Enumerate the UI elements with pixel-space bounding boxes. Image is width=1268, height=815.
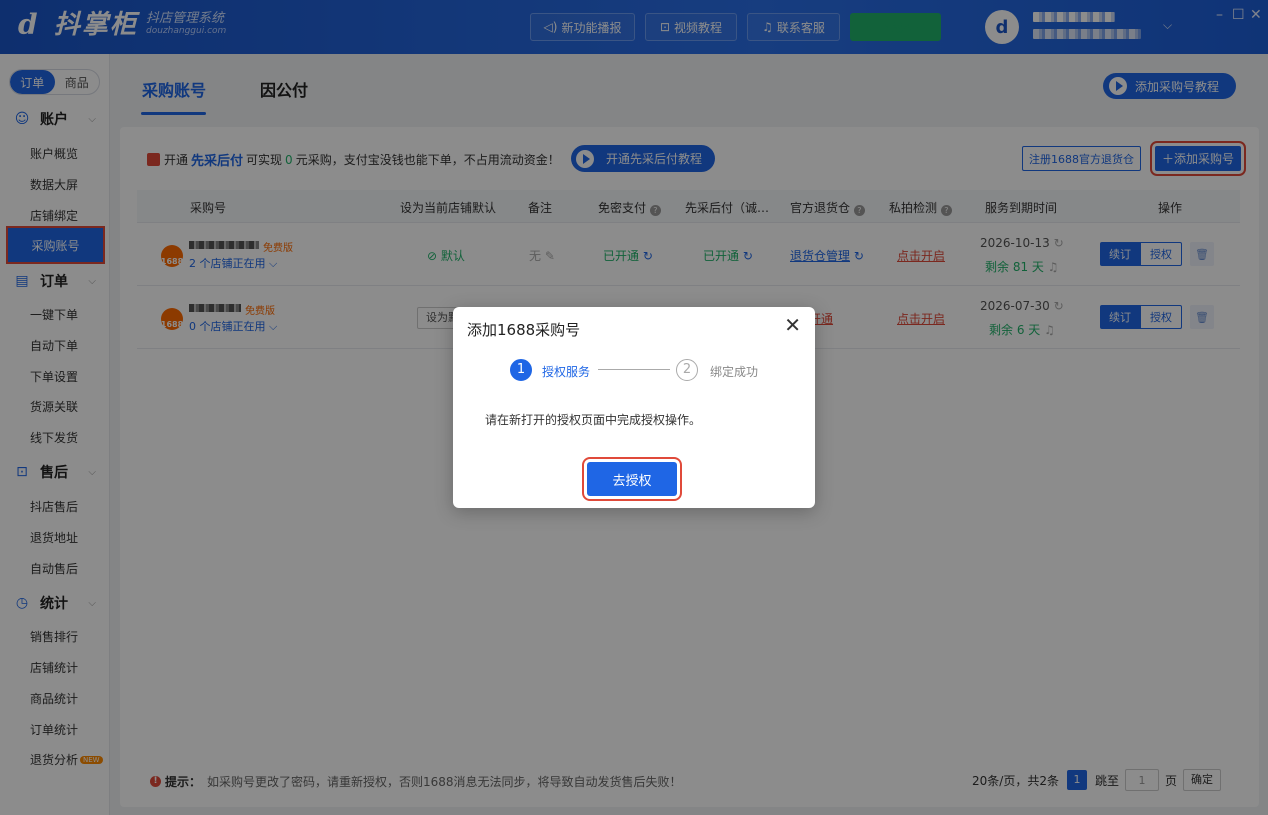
step-1-label: 授权服务	[542, 365, 591, 379]
dialog-message: 请在新打开的授权页面中完成授权操作。	[485, 413, 702, 427]
close-icon[interactable]: ✕	[784, 313, 801, 337]
step-1-number: 1	[510, 359, 532, 381]
step-connector	[598, 369, 670, 370]
go-authorize-button[interactable]: 去授权	[582, 457, 682, 501]
add-account-dialog: 添加1688采购号 ✕ 1 授权服务 2 绑定成功 请在新打开的授权页面中完成授…	[453, 307, 815, 508]
step-2-number: 2	[676, 359, 698, 381]
dialog-title: 添加1688采购号	[467, 321, 581, 339]
step-2-label: 绑定成功	[710, 365, 759, 379]
